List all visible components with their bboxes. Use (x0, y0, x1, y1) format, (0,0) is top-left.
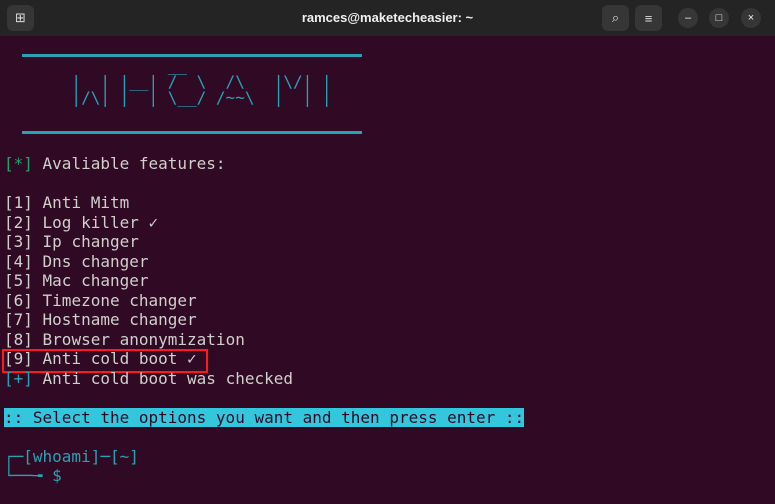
maximize-button[interactable]: □ (709, 8, 729, 28)
feature-item: [6] Timezone changer (4, 290, 197, 310)
feature-item: [5] Mac changer (4, 271, 149, 290)
feature-item: [4] Dns changer (4, 251, 149, 271)
feature-item: [7] Hostname changer (4, 310, 197, 329)
feature-item: [1] Anti Mitm (4, 193, 130, 212)
feature-item: [3] Ip changer (4, 232, 139, 251)
feature-item: [8] Browser anonymization (4, 329, 245, 349)
feature-item: [2] Log killer ✓ (4, 212, 159, 232)
status-line: [+] Anti cold boot was checked (4, 368, 293, 388)
hamburger-icon: ≡ (644, 10, 653, 26)
maximize-icon: □ (715, 12, 723, 24)
search-icon: ⌕ (611, 10, 620, 25)
minimize-button[interactable]: – (678, 8, 698, 28)
terminal-area[interactable]: __ | | |__| / \ /\ |\/| | |/\| | | \__/ … (0, 36, 775, 504)
close-button[interactable]: × (741, 8, 761, 28)
whoami-ascii-logo: __ | | |__| / \ /\ |\/| | |/\| | | \__/ … (4, 56, 332, 107)
features-header: [*] Avaliable features: (4, 154, 226, 173)
banner-bottom-rule (22, 131, 362, 134)
minimize-icon: – (684, 12, 692, 24)
prompt-input[interactable]: └──╼ $ (4, 466, 62, 486)
menu-button[interactable]: ≡ (635, 5, 662, 31)
instruction-banner: :: Select the options you want and then … (4, 407, 525, 427)
close-icon: × (747, 12, 755, 24)
title-bar: ⊞ ramces@maketecheasier: ~ ⌕ ≡ – □ × (0, 0, 775, 36)
prompt-context: ┌─[whoami]─[~] (4, 446, 139, 466)
search-button[interactable]: ⌕ (602, 5, 629, 31)
